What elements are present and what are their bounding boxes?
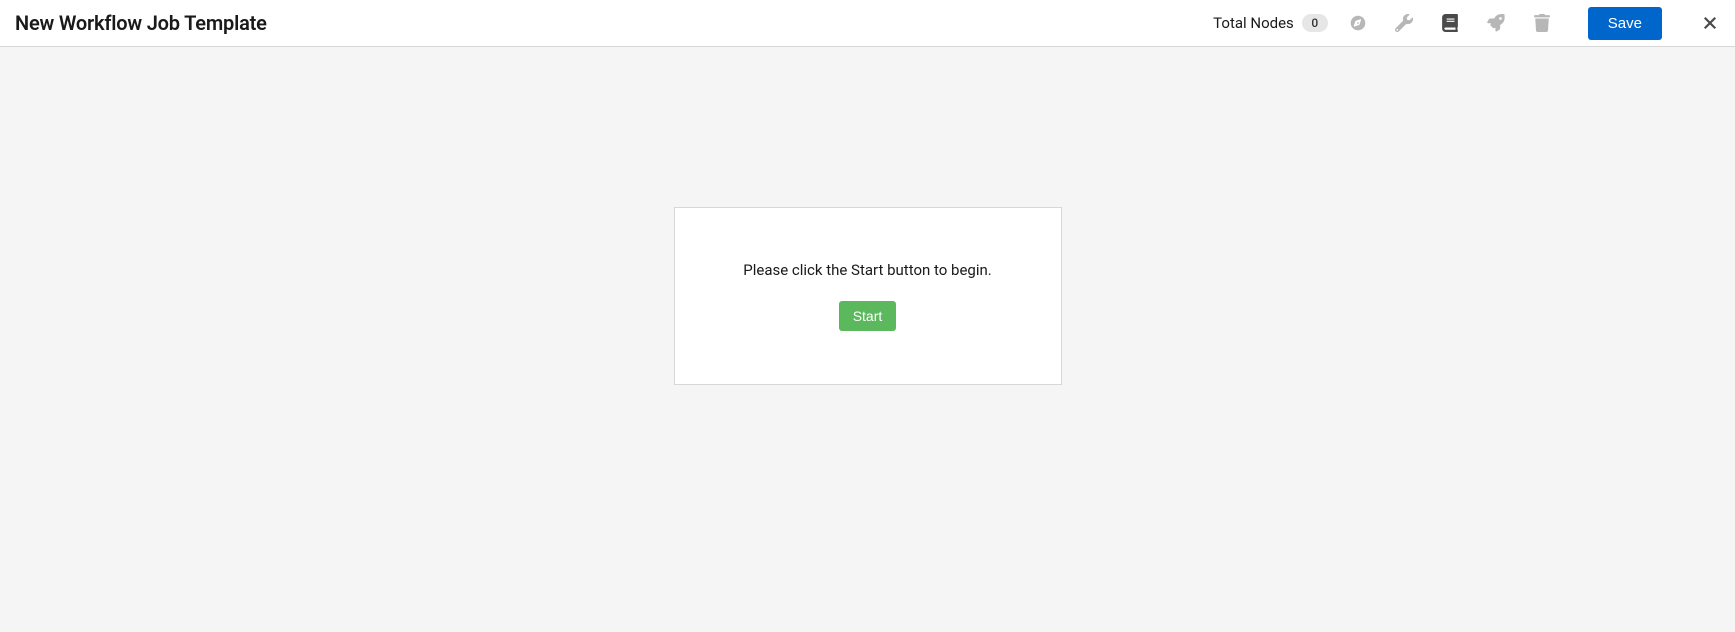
close-button[interactable]: [1700, 13, 1720, 33]
trash-icon[interactable]: [1532, 13, 1552, 33]
start-prompt: Please click the Start button to begin.: [743, 261, 992, 279]
close-icon: [1703, 16, 1717, 30]
page-title: New Workflow Job Template: [15, 11, 267, 35]
total-nodes: Total Nodes 0: [1213, 14, 1328, 32]
header: New Workflow Job Template Total Nodes 0 …: [0, 0, 1735, 47]
start-button[interactable]: Start: [839, 301, 897, 331]
total-nodes-label: Total Nodes: [1213, 14, 1294, 32]
book-icon[interactable]: [1440, 13, 1460, 33]
start-card: Please click the Start button to begin. …: [674, 207, 1062, 385]
compass-icon[interactable]: [1348, 13, 1368, 33]
rocket-icon[interactable]: [1486, 13, 1506, 33]
wrench-icon[interactable]: [1394, 13, 1414, 33]
total-nodes-badge: 0: [1302, 14, 1328, 32]
workflow-canvas: Please click the Start button to begin. …: [0, 47, 1735, 632]
save-button[interactable]: Save: [1588, 7, 1662, 40]
toolbar-icons: [1348, 13, 1552, 33]
header-right: Total Nodes 0 Save: [1213, 7, 1720, 40]
